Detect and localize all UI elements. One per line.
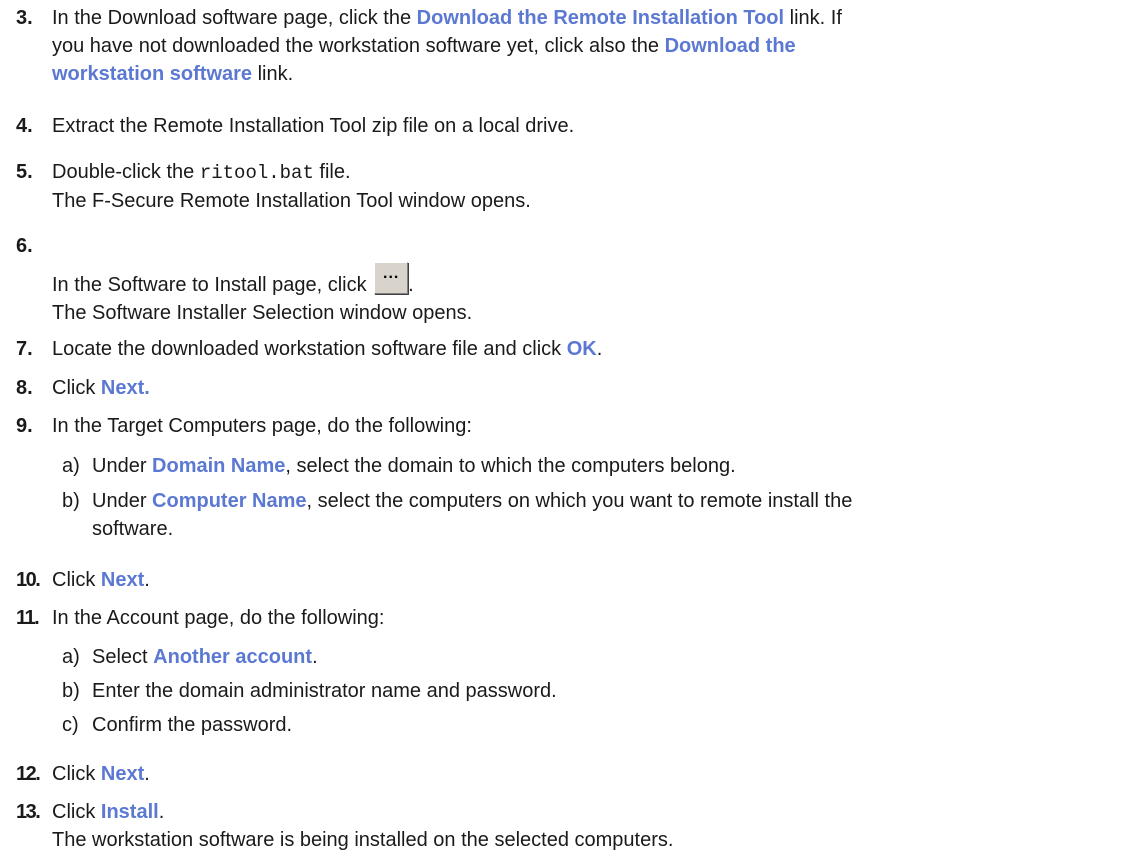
substep-text: Enter the domain administrator name and … <box>92 680 557 702</box>
step-result: The Software Installer Selection window … <box>52 302 473 324</box>
step-number: 7. <box>16 338 33 360</box>
step-text: Click Next. <box>52 566 1107 594</box>
text-run: , select the domain to which the compute… <box>285 455 736 477</box>
step-number: 5. <box>16 161 33 183</box>
step-result: The workstation software is being instal… <box>52 829 674 851</box>
text-run: . <box>312 646 318 668</box>
text-run: In the Software to Install page, click <box>52 274 373 296</box>
ok-button-label: OK <box>566 338 597 360</box>
step-number: 6. <box>16 235 33 257</box>
text-run: In the Download software page, click the <box>52 7 417 29</box>
text-run: Click <box>52 569 101 591</box>
text-run: Under <box>92 455 153 477</box>
next-button-label: Next <box>100 763 145 785</box>
substep-text: Under Computer Name, select the computer… <box>92 487 1107 543</box>
text-run: Select <box>92 646 154 668</box>
document-page: 3. In the Download software page, click … <box>0 0 1121 856</box>
another-account-option: Another account <box>153 646 313 668</box>
step-number: 10. <box>16 569 41 591</box>
step-text: In the Software to Install page, click .… <box>52 262 1107 327</box>
step-number: 4. <box>16 115 33 137</box>
step-text: In the Account page, do the following: <box>52 607 385 629</box>
substep-text: Under Domain Name, select the domain to … <box>92 452 1107 480</box>
text-run: Click <box>52 801 101 823</box>
substep-text: Confirm the password. <box>92 714 293 736</box>
text-run: Click <box>52 377 101 399</box>
step-number: 8. <box>16 377 33 399</box>
install-button-label: Install <box>100 801 159 823</box>
step-number: 11. <box>16 607 40 629</box>
step-number: 13. <box>16 801 41 823</box>
step-text: In the Target Computers page, do the fol… <box>52 415 472 437</box>
text-run: . <box>158 801 165 823</box>
text-run: file. <box>313 161 351 183</box>
ellipsis-glyph: ... <box>383 265 400 282</box>
step-number: 9. <box>16 415 33 437</box>
text-run: you have not downloaded the workstation … <box>52 35 665 57</box>
next-button-label: Next. <box>100 377 150 399</box>
step-text: Locate the downloaded workstation softwa… <box>52 335 1107 363</box>
text-run: , select the computers on which you want… <box>306 490 853 512</box>
step-text: Click Next. <box>52 760 1107 788</box>
text-run: Locate the downloaded workstation softwa… <box>52 338 567 360</box>
text-run: Under <box>92 490 153 512</box>
substep-letter: a) <box>62 646 80 668</box>
text-run: link. If <box>784 7 842 29</box>
text-run: link. <box>252 63 294 85</box>
link-download-workstation-software-part2[interactable]: workstation software <box>52 63 252 85</box>
substep-letter: b) <box>62 490 80 512</box>
step-text: Click Next. <box>52 374 1107 402</box>
text-run: software. <box>92 518 174 540</box>
substep-letter: b) <box>62 680 80 702</box>
step-number: 12. <box>16 763 41 785</box>
text-run: . <box>408 274 414 296</box>
substep-letter: c) <box>62 714 79 736</box>
substep-text: Select Another account. <box>92 643 1107 671</box>
domain-name-label: Domain Name <box>152 455 286 477</box>
step-result: The F-Secure Remote Installation Tool wi… <box>52 190 531 212</box>
text-run: Click <box>52 763 101 785</box>
step-text: Double-click the ritool.bat file. The F-… <box>52 158 1107 215</box>
computer-name-label: Computer Name <box>152 490 307 512</box>
filename-ritool-bat: ritool.bat <box>199 162 314 184</box>
text-run: . <box>144 569 150 591</box>
step-number: 3. <box>16 7 33 29</box>
text-run: Double-click the <box>52 161 200 183</box>
step-text: Extract the Remote Installation Tool zip… <box>52 115 575 137</box>
text-run: . <box>144 763 150 785</box>
step-text: Click Install. The workstation software … <box>52 798 1107 854</box>
substep-letter: a) <box>62 455 80 477</box>
link-download-remote-installation-tool[interactable]: Download the Remote Installation Tool <box>417 7 784 29</box>
step-text: In the Download software page, click the… <box>52 4 1107 88</box>
ellipsis-button-icon: ... <box>374 262 409 294</box>
text-run: . <box>596 338 603 360</box>
next-button-label: Next <box>100 569 145 591</box>
link-download-workstation-software-part1[interactable]: Download the <box>665 35 796 57</box>
